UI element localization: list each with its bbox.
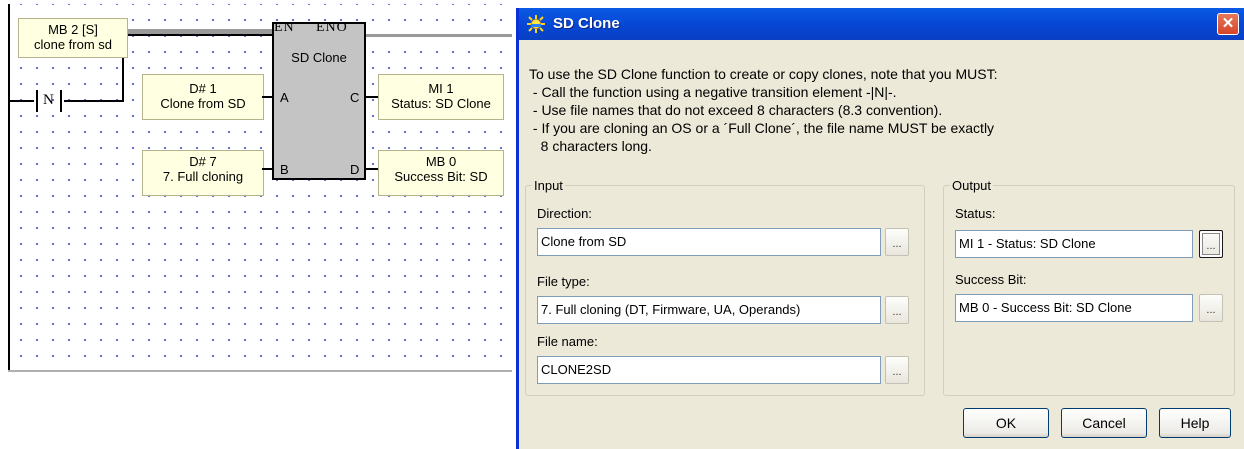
sd-clone-function-block[interactable]: SD Clone A B C D [272, 22, 366, 180]
function-block-title: SD Clone [291, 50, 347, 65]
status-browse-button[interactable]: ... [1199, 230, 1223, 258]
pin-d-wire [364, 168, 378, 170]
success-bit-label: Success Bit: [955, 272, 1027, 287]
contact-label: N [43, 92, 54, 108]
pin-c-wire [364, 96, 378, 98]
output-d-line2: Success Bit: SD [394, 169, 488, 184]
left-power-rail [8, 4, 10, 370]
help-button[interactable]: Help [1159, 408, 1231, 438]
pin-d-label: D [350, 162, 360, 177]
rung-wire-top [122, 34, 274, 36]
filetype-field[interactable]: 7. Full cloning (DT, Firmware, UA, Opera… [537, 296, 881, 324]
negative-transition-contact[interactable]: N [34, 90, 64, 112]
close-icon: ✕ [1221, 15, 1235, 32]
output-c-operand[interactable]: MI 1 Status: SD Clone [378, 74, 504, 120]
input-b-operand[interactable]: D# 7 7. Full cloning [142, 150, 264, 196]
pin-c-label: C [350, 90, 360, 105]
rung-wire-left [10, 100, 34, 102]
instruction-line-1: To use the SD Clone function to create o… [529, 66, 998, 82]
close-button[interactable]: ✕ [1217, 13, 1239, 35]
success-bit-browse-button[interactable]: ... [1199, 294, 1223, 322]
status-label: Status: [955, 206, 996, 221]
eno-wire [366, 34, 512, 37]
instruction-line-5: 8 characters long. [529, 138, 652, 154]
success-bit-field[interactable]: MB 0 - Success Bit: SD Clone [955, 294, 1193, 322]
rung-wire-right [64, 100, 124, 102]
instruction-line-3: - Use file names that do not exceed 8 ch… [529, 102, 943, 118]
input-b-line1: D# 7 [189, 154, 217, 169]
input-group-legend: Input [534, 178, 563, 193]
input-a-line2: Clone from SD [160, 96, 246, 111]
rung-separator [8, 370, 512, 372]
dialog-title: SD Clone [553, 15, 620, 32]
output-group-legend: Output [952, 178, 992, 193]
output-d-line1: MB 0 [425, 154, 457, 169]
output-d-operand[interactable]: MB 0 Success Bit: SD [378, 150, 504, 196]
status-field[interactable]: MI 1 - Status: SD Clone [955, 230, 1193, 258]
instruction-line-2: - Call the function using a negative tra… [529, 84, 897, 100]
direction-label: Direction: [537, 206, 592, 221]
comment-note[interactable]: MB 2 [S] clone from sd [18, 18, 128, 58]
sd-clone-dialog: SD Clone ✕ To use the SD Clone function … [516, 8, 1244, 449]
input-b-line2: 7. Full cloning [162, 169, 244, 184]
eno-label: ENO [316, 20, 348, 35]
sun-icon [527, 15, 545, 33]
pin-b-label: B [280, 162, 289, 177]
filename-label: File name: [537, 334, 598, 349]
direction-browse-button[interactable]: ... [885, 228, 909, 256]
output-c-line2: Status: SD Clone [391, 96, 491, 111]
function-block-header: EN ENO [272, 20, 366, 36]
ladder-canvas[interactable]: N MB 2 [S] clone from sd D# 1 Clone from… [0, 0, 516, 449]
comment-line2: clone from sd [33, 37, 113, 52]
filename-browse-button[interactable]: ... [885, 356, 909, 384]
instruction-line-4: - If you are cloning an OS or a ´Full Cl… [529, 120, 995, 136]
output-c-line1: MI 1 [428, 81, 454, 96]
pin-a-label: A [280, 90, 289, 105]
en-label: EN [274, 20, 295, 35]
input-a-line1: D# 1 [189, 81, 217, 96]
direction-field[interactable]: Clone from SD [537, 228, 881, 256]
input-a-operand[interactable]: D# 1 Clone from SD [142, 74, 264, 120]
cancel-button[interactable]: Cancel [1061, 408, 1147, 438]
filename-field[interactable]: CLONE2SD [537, 356, 881, 384]
dialog-titlebar[interactable]: SD Clone ✕ [519, 8, 1244, 40]
comment-line1: MB 2 [S] [48, 22, 98, 37]
filetype-browse-button[interactable]: ... [885, 296, 909, 324]
ok-button[interactable]: OK [963, 408, 1049, 438]
filetype-label: File type: [537, 274, 590, 289]
